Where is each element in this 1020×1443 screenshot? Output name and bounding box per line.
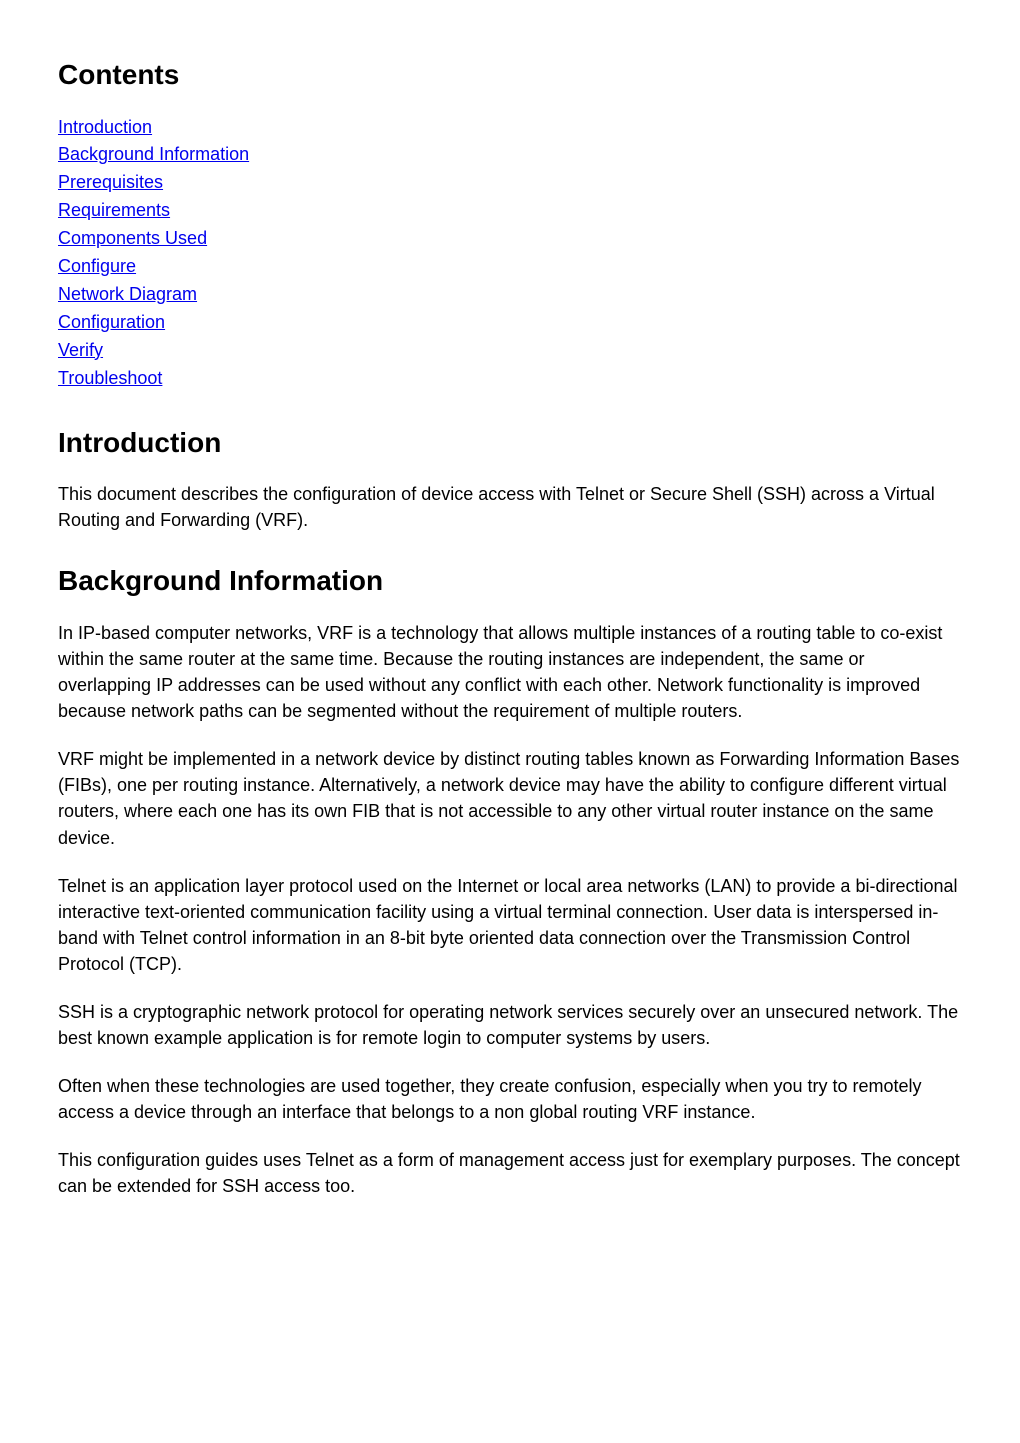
contents-heading: Contents [58,55,962,96]
background-heading: Background Information [58,561,962,602]
background-paragraph-5: Often when these technologies are used t… [58,1073,962,1125]
background-paragraph-1: In IP-based computer networks, VRF is a … [58,620,962,724]
table-of-contents: Introduction Background Information Prer… [58,114,962,393]
toc-link-configuration[interactable]: Configuration [58,309,165,337]
toc-link-network-diagram[interactable]: Network Diagram [58,281,197,309]
toc-link-troubleshoot[interactable]: Troubleshoot [58,365,162,393]
toc-link-configure[interactable]: Configure [58,253,136,281]
toc-link-verify[interactable]: Verify [58,337,103,365]
background-paragraph-4: SSH is a cryptographic network protocol … [58,999,962,1051]
background-paragraph-6: This configuration guides uses Telnet as… [58,1147,962,1199]
toc-link-introduction[interactable]: Introduction [58,114,152,142]
toc-link-requirements[interactable]: Requirements [58,197,170,225]
background-paragraph-2: VRF might be implemented in a network de… [58,746,962,850]
toc-link-prerequisites[interactable]: Prerequisites [58,169,163,197]
background-paragraph-3: Telnet is an application layer protocol … [58,873,962,977]
introduction-heading: Introduction [58,423,962,464]
toc-link-background[interactable]: Background Information [58,141,249,169]
introduction-paragraph: This document describes the configuratio… [58,481,962,533]
toc-link-components-used[interactable]: Components Used [58,225,207,253]
